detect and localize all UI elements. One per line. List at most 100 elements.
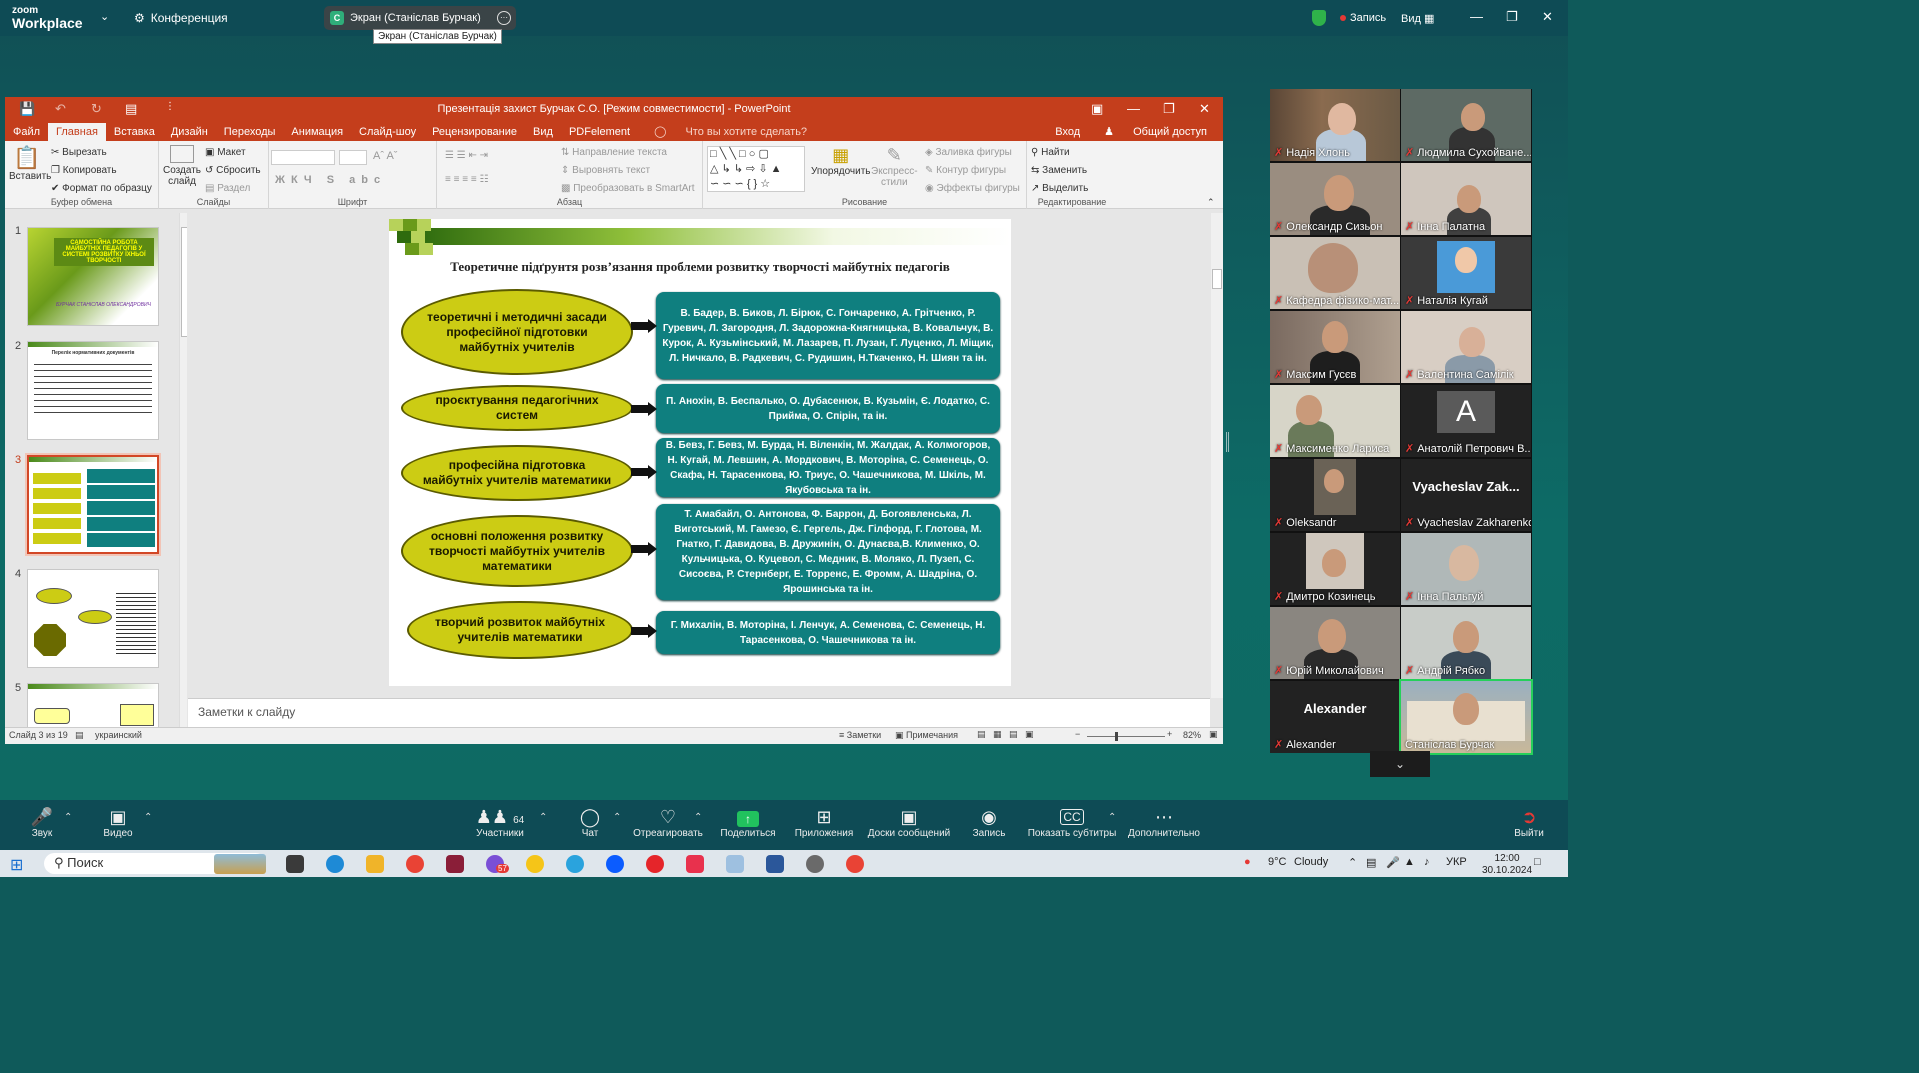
bullets-icon[interactable]: ☰ ☰ ⇤ ⇥ xyxy=(445,150,488,161)
participant-tile[interactable]: ✗ Наталія Кугай xyxy=(1401,237,1531,309)
language-indicator[interactable]: УКР xyxy=(1446,856,1467,868)
recording-indicator[interactable]: Запись xyxy=(1340,12,1386,24)
captions-options-icon[interactable]: ⌃ xyxy=(1108,812,1116,823)
share-link[interactable]: ♟ Общий доступ xyxy=(1088,122,1223,141)
text-direction-button[interactable]: ⇅ Направление текста xyxy=(561,147,667,158)
apps-button[interactable]: ⊞ Приложения xyxy=(792,806,856,839)
canvas-scroll-thumb[interactable] xyxy=(1212,269,1222,289)
shape-effects-button[interactable]: ◉ Эффекты фигуры xyxy=(925,183,1020,194)
layout-button[interactable]: ▣ Макет xyxy=(205,147,246,158)
ribbon-display-icon[interactable]: ▣ xyxy=(1091,101,1103,117)
signin-link[interactable]: Вход xyxy=(1047,123,1088,141)
word-icon[interactable] xyxy=(766,855,784,873)
thumb-slide-3[interactable] xyxy=(25,453,161,556)
close-icon[interactable]: ✕ xyxy=(1542,9,1553,25)
share-screen-tab[interactable]: С Экран (Станіслав Бурчак) ··· xyxy=(324,6,516,30)
view-mode-icons[interactable]: ▤ ▦ ▤ ▣ xyxy=(977,729,1034,740)
vivaldi-icon[interactable] xyxy=(686,855,704,873)
participant-tile[interactable]: ✗ Максименко Лариса xyxy=(1270,385,1400,457)
zoom-out-icon[interactable]: − xyxy=(1075,729,1080,739)
thumb-slide-4[interactable] xyxy=(27,569,159,668)
select-button[interactable]: ↗ Выделить xyxy=(1031,183,1088,194)
shape-fill-button[interactable]: ◈ Заливка фигуры xyxy=(925,147,1012,158)
shield-icon[interactable] xyxy=(1312,10,1326,26)
participant-tile[interactable]: ✗ Максим Гусєв xyxy=(1270,311,1400,383)
fit-window-icon[interactable]: ▣ xyxy=(1209,729,1218,740)
spellcheck-icon[interactable]: ▤ xyxy=(75,730,84,741)
participant-tile[interactable]: Vyacheslav Zak... ✗ Vyacheslav Zakharenko xyxy=(1401,459,1531,531)
font-size-select[interactable] xyxy=(339,150,367,165)
new-slide-button[interactable]: Создать слайд xyxy=(163,145,201,187)
settings-icon[interactable] xyxy=(806,855,824,873)
collapse-ribbon-icon[interactable]: ⌃ xyxy=(1207,197,1215,208)
participant-tile[interactable]: ✗ Кафедра фізико-мат... xyxy=(1270,237,1400,309)
paste-button[interactable]: 📋 Вставить xyxy=(9,145,51,182)
tell-me-box[interactable]: ◯ Что вы хотите сделать? xyxy=(638,122,823,141)
participant-tile[interactable]: ✗ Інна Палатна xyxy=(1401,163,1531,235)
more-icon[interactable]: ··· xyxy=(497,11,511,25)
participant-tile[interactable]: A ✗ Анатолій Петрович В... xyxy=(1401,385,1531,457)
thumb-slide-2[interactable]: Перелік нормативних документів xyxy=(27,341,159,440)
react-options-icon[interactable]: ⌃ xyxy=(694,812,702,823)
zoom-in-icon[interactable]: + xyxy=(1167,729,1172,739)
tab-pdfelement[interactable]: PDFelement xyxy=(561,123,638,141)
view-button[interactable]: Вид ▦ xyxy=(1401,12,1434,25)
file-explorer-icon[interactable] xyxy=(366,855,384,873)
chrome-profile-icon[interactable] xyxy=(846,855,864,873)
tab-file[interactable]: Файл xyxy=(5,123,48,141)
minimize-icon[interactable]: — xyxy=(1470,9,1483,24)
opera-icon[interactable] xyxy=(646,855,664,873)
reset-button[interactable]: ↺ Сбросить xyxy=(205,165,261,176)
zoom-slider[interactable] xyxy=(1087,736,1165,737)
thumb-slide-1[interactable]: САМОСТІЙНА РОБОТА МАЙБУТНІХ ПЕДАГОГІВ У … xyxy=(27,227,159,326)
font-grow-icon[interactable]: Aˆ Aˇ xyxy=(373,150,397,162)
copy-button[interactable]: ❐ Копировать xyxy=(51,165,117,176)
paint-icon[interactable] xyxy=(726,855,744,873)
participant-tile[interactable]: ✗ Oleksandr xyxy=(1270,459,1400,531)
thumbs-scroll-thumb[interactable] xyxy=(181,227,187,337)
powerpoint-taskbar-icon[interactable] xyxy=(446,855,464,873)
splitter-handle[interactable] xyxy=(1226,432,1229,452)
telegram-icon[interactable] xyxy=(566,855,584,873)
chat-button[interactable]: ◯ Чат xyxy=(570,806,610,839)
audio-button[interactable]: 🎤 Звук xyxy=(22,806,62,839)
participant-tile[interactable]: ✗ Юрій Миколайович xyxy=(1270,607,1400,679)
zoom-taskbar-icon[interactable] xyxy=(606,855,624,873)
drive-icon[interactable] xyxy=(526,855,544,873)
section-button[interactable]: ▤ Раздел xyxy=(205,183,250,194)
thumb-slide-5[interactable] xyxy=(27,683,159,727)
video-options-icon[interactable]: ⌃ xyxy=(144,812,152,823)
leave-button[interactable]: ➲ Выйти xyxy=(1510,806,1548,839)
gallery-next-icon[interactable]: ⌄ xyxy=(1370,751,1430,777)
participants-options-icon[interactable]: ⌃ xyxy=(539,812,547,823)
participant-tile[interactable]: Alexander ✗ Alexander xyxy=(1270,681,1400,753)
participant-tile-active-speaker[interactable]: Станіслав Бурчак xyxy=(1399,679,1533,755)
audio-options-icon[interactable]: ⌃ xyxy=(64,812,72,823)
tab-view[interactable]: Вид xyxy=(525,123,561,141)
participant-tile[interactable]: ✗ Олександр Сизьон xyxy=(1270,163,1400,235)
notes-pane[interactable]: Заметки к слайду xyxy=(188,698,1210,727)
captions-button[interactable]: CC Показать субтитры xyxy=(1026,806,1118,839)
chevron-down-icon[interactable]: ⌄ xyxy=(100,12,109,23)
tab-home[interactable]: Главная xyxy=(48,123,106,141)
zoom-level[interactable]: 82% xyxy=(1183,730,1201,740)
mic-tray-icon[interactable]: 🎤 xyxy=(1386,856,1400,869)
ppt-restore-icon[interactable]: ❐ xyxy=(1163,101,1175,117)
clock[interactable]: 12:00 30.10.2024 xyxy=(1482,853,1532,877)
canvas-scrollbar[interactable] xyxy=(1211,213,1223,698)
quick-styles-button[interactable]: ✎ Экспресс-стили xyxy=(871,145,918,188)
find-button[interactable]: ⚲ Найти xyxy=(1031,147,1070,158)
participant-tile[interactable]: ✗ Людмила Сухойване... xyxy=(1401,89,1531,161)
share-button[interactable]: ↑ Поделиться xyxy=(716,806,780,839)
ppt-minimize-icon[interactable]: — xyxy=(1127,101,1140,116)
shape-outline-button[interactable]: ✎ Контур фигуры xyxy=(925,165,1006,176)
tab-slideshow[interactable]: Слайд-шоу xyxy=(351,123,424,141)
participants-button[interactable]: ♟♟ 64 Участники xyxy=(470,806,530,839)
smartart-button[interactable]: ▩ Преобразовать в SmartArt xyxy=(561,183,695,194)
restore-icon[interactable]: ❐ xyxy=(1506,9,1518,25)
tab-insert[interactable]: Вставка xyxy=(106,123,163,141)
tab-transitions[interactable]: Переходы xyxy=(216,123,284,141)
wifi-icon[interactable]: ▲ xyxy=(1404,856,1415,868)
chat-options-icon[interactable]: ⌃ xyxy=(613,812,621,823)
tab-review[interactable]: Рецензирование xyxy=(424,123,525,141)
